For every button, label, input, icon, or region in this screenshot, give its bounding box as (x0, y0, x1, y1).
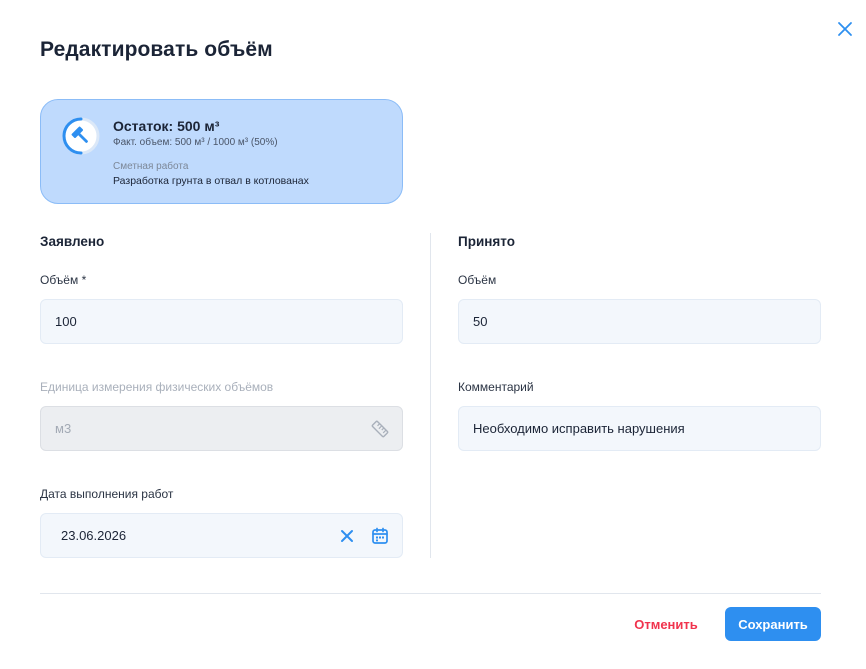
comment-label: Комментарий (458, 380, 534, 394)
work-date-value: 23.06.2026 (61, 528, 127, 543)
accepted-volume-label: Объём (458, 273, 497, 287)
accepted-volume-value: 50 (473, 314, 488, 329)
comment-value: Необходимо исправить нарушения (473, 421, 685, 436)
unit-label: Единица измерения физических объёмов (40, 380, 274, 394)
unit-input: м3 (40, 406, 403, 451)
column-divider (430, 233, 431, 558)
estimate-work-label: Сметная работа (113, 161, 189, 172)
actual-volume: Факт. объем: 500 м³ / 1000 м³ (50%) (113, 137, 278, 148)
footer-divider (40, 593, 821, 594)
work-date-label: Дата выполнения работ (40, 487, 174, 501)
close-icon[interactable] (836, 20, 854, 38)
declared-volume-value: 100 (55, 314, 77, 329)
accepted-volume-input[interactable]: 50 (458, 299, 821, 344)
estimate-work-value: Разработка грунта в отвал в котлованах (113, 175, 309, 187)
accepted-section-title: Принято (458, 234, 515, 249)
comment-input[interactable]: Необходимо исправить нарушения (458, 406, 821, 451)
work-date-input[interactable]: 23.06.2026 (40, 513, 403, 558)
edit-volume-dialog: Редактировать объём Остаток: 500 м³ Факт… (0, 0, 866, 669)
hammer-icon (62, 117, 100, 155)
remaining-summary-card: Остаток: 500 м³ Факт. объем: 500 м³ / 10… (40, 99, 403, 204)
declared-section-title: Заявлено (40, 234, 105, 249)
unit-value: м3 (55, 421, 72, 436)
calendar-icon[interactable] (370, 526, 390, 546)
declared-volume-label: Объём * (40, 273, 87, 287)
cancel-button[interactable]: Отменить (628, 608, 704, 641)
clear-date-icon[interactable] (337, 526, 357, 546)
ruler-icon (371, 420, 389, 438)
save-button[interactable]: Сохранить (725, 607, 821, 641)
remaining-volume: Остаток: 500 м³ (113, 118, 220, 134)
declared-volume-input[interactable]: 100 (40, 299, 403, 344)
dialog-title: Редактировать объём (40, 38, 273, 61)
